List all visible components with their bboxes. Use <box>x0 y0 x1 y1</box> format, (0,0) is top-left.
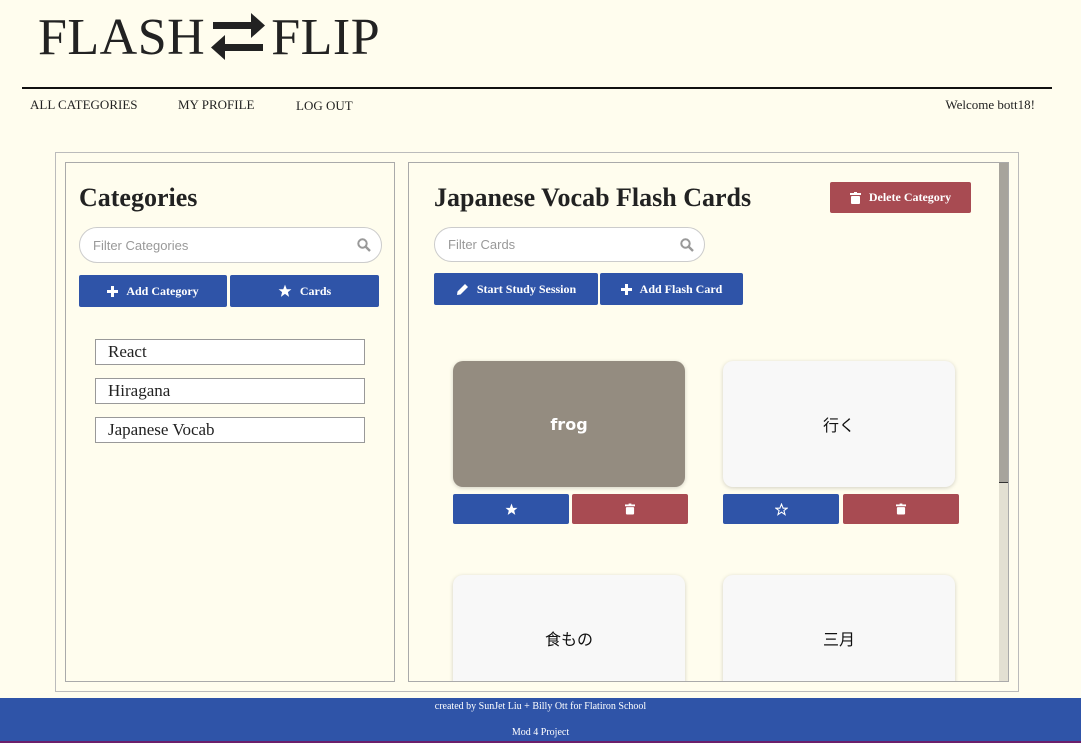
nav-log-out[interactable]: LOG OUT <box>296 98 353 114</box>
nav-all-categories[interactable]: ALL CATEGORIES <box>30 97 138 113</box>
deck-title: Japanese Vocab Flash Cards <box>434 183 752 212</box>
app-logo[interactable]: FLASH FLIP <box>38 8 380 66</box>
category-item-hiragana[interactable]: Hiragana <box>95 378 365 404</box>
star-filled-icon <box>505 503 517 515</box>
scrollbar-thumb[interactable] <box>999 163 1008 483</box>
flash-card[interactable]: 行く <box>723 361 955 487</box>
cards-label: Cards <box>299 283 332 298</box>
star-icon <box>278 284 292 297</box>
pencil-icon <box>456 283 468 295</box>
logo-text-flash: FLASH <box>38 8 206 66</box>
filter-categories-input[interactable]: Filter Categories <box>79 227 382 263</box>
favorite-card-button[interactable] <box>723 494 839 524</box>
plus-icon <box>107 285 119 297</box>
categories-panel: Categories Filter Categories Add Categor… <box>65 162 395 682</box>
footer-credit: created by SunJet Liu + Billy Ott for Fl… <box>434 701 647 712</box>
filter-cards-input[interactable]: Filter Cards <box>434 227 705 262</box>
category-item-react[interactable]: React <box>95 339 365 365</box>
filter-categories-placeholder: Filter Categories <box>93 237 189 253</box>
start-study-session-label: Start Study Session <box>476 281 577 296</box>
start-study-session-button[interactable]: Start Study Session <box>434 273 598 305</box>
flash-card[interactable]: frog <box>453 361 685 487</box>
flash-card[interactable]: 三月 <box>723 575 955 681</box>
swap-arrows-icon <box>207 11 269 63</box>
add-flash-card-button[interactable]: Add Flash Card <box>600 273 743 305</box>
trash-icon <box>625 503 635 515</box>
plus-icon <box>620 283 632 295</box>
categories-title: Categories <box>79 183 198 212</box>
trash-icon <box>896 503 906 515</box>
add-flash-card-label: Add Flash Card <box>639 281 723 296</box>
flash-cards-panel: Japanese Vocab Flash Cards Delete Catego… <box>408 162 1009 682</box>
delete-category-label: Delete Category <box>868 190 952 204</box>
cards-button[interactable]: Cards <box>230 275 379 307</box>
welcome-message: Welcome bott18! <box>945 97 1035 112</box>
filter-cards-placeholder: Filter Cards <box>448 237 516 252</box>
navbar: ALL CATEGORIES MY PROFILE LOG OUT Welcom… <box>22 87 1052 119</box>
delete-category-button[interactable]: Delete Category <box>830 182 971 213</box>
search-icon <box>357 238 371 252</box>
trash-icon <box>849 191 861 204</box>
delete-card-button[interactable] <box>843 494 959 524</box>
category-item-japanese-vocab[interactable]: Japanese Vocab <box>95 417 365 443</box>
logo-text-flip: FLIP <box>271 8 381 66</box>
footer-project: Mod 4 Project <box>511 727 570 738</box>
flash-card[interactable]: 食もの <box>453 575 685 681</box>
nav-my-profile[interactable]: MY PROFILE <box>178 97 254 113</box>
star-outline-icon <box>774 502 788 516</box>
add-category-label: Add Category <box>126 283 199 298</box>
search-icon <box>680 238 694 252</box>
delete-card-button[interactable] <box>572 494 688 524</box>
footer: created by SunJet Liu + Billy Ott for Fl… <box>0 698 1081 743</box>
add-category-button[interactable]: Add Category <box>79 275 227 307</box>
favorite-card-button[interactable] <box>453 494 569 524</box>
